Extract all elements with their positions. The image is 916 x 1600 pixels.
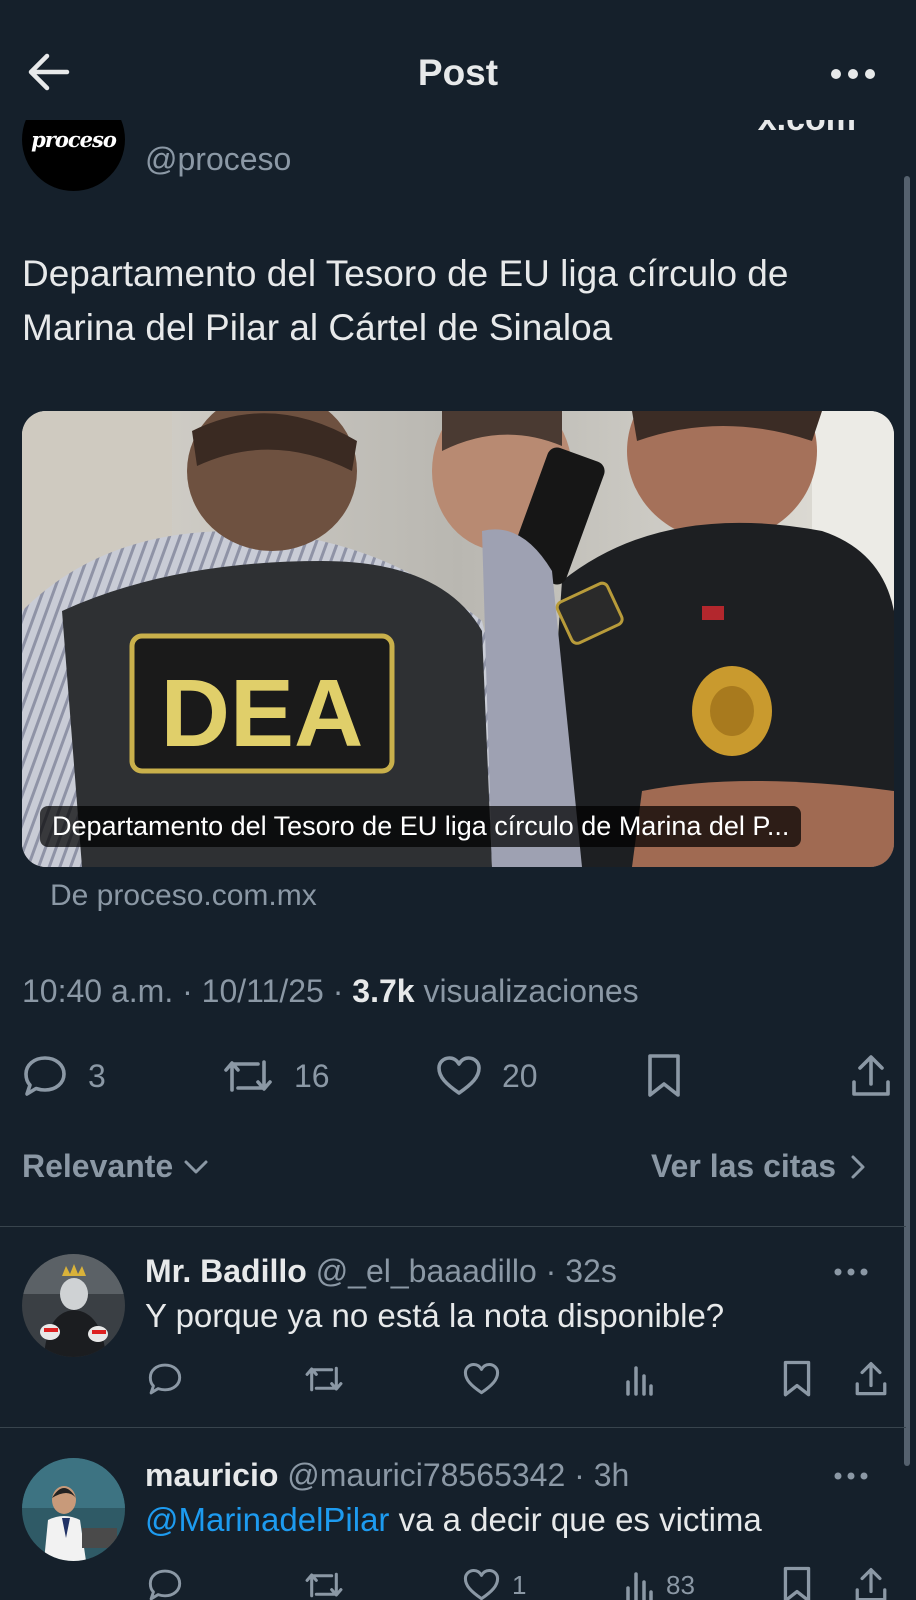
sort-relevant-button[interactable]: Relevante xyxy=(22,1148,211,1185)
reply-time: 32s xyxy=(565,1253,617,1289)
page-title: Post xyxy=(417,52,499,93)
reply-count: 3 xyxy=(88,1057,106,1094)
repost-button[interactable] xyxy=(304,1354,344,1404)
link-card-caption: Departamento del Tesoro de EU liga círcu… xyxy=(40,806,802,847)
reply-icon xyxy=(148,1569,182,1600)
heart-icon xyxy=(463,1362,500,1395)
repost-icon xyxy=(224,1060,272,1092)
views-button[interactable]: 83 xyxy=(624,1560,695,1600)
more-icon xyxy=(831,69,875,79)
avatar-image xyxy=(22,1458,125,1561)
like-count: 20 xyxy=(502,1057,538,1094)
author-handle[interactable]: @proceso xyxy=(145,141,291,178)
chevron-down-icon xyxy=(184,1160,208,1173)
share-button[interactable] xyxy=(854,1354,888,1404)
reply-button[interactable] xyxy=(147,1354,183,1404)
more-icon xyxy=(834,1268,868,1276)
reply-button[interactable]: 3 xyxy=(22,1046,106,1106)
avatar[interactable] xyxy=(22,1254,125,1357)
divider xyxy=(0,1427,906,1428)
repost-count: 16 xyxy=(294,1057,330,1094)
view-count[interactable]: 3.7k xyxy=(352,973,414,1009)
reply-actions xyxy=(0,1354,906,1404)
reply-text: Y porque ya no está la nota disponible? xyxy=(145,1297,725,1334)
reply-header: mauricio @maurici78565342 · 3h xyxy=(145,1457,629,1494)
heart-icon xyxy=(437,1056,481,1095)
repost-button[interactable]: 16 xyxy=(222,1046,330,1106)
share-button[interactable] xyxy=(850,1046,892,1106)
share-icon xyxy=(855,1361,887,1396)
avatar[interactable] xyxy=(22,1458,125,1561)
reply-actions: 1 83 xyxy=(0,1560,906,1600)
reply-item[interactable]: mauricio @maurici78565342 · 3h @Marinade… xyxy=(0,1430,906,1600)
reply-more-button[interactable] xyxy=(834,1264,874,1284)
share-icon xyxy=(852,1055,890,1096)
post-actions: 3 16 20 xyxy=(0,1046,916,1106)
like-button[interactable]: 20 xyxy=(436,1046,538,1106)
share-icon xyxy=(855,1568,887,1600)
photo-illustration: DEA xyxy=(22,411,894,867)
dea-patch-text: DEA xyxy=(161,660,364,767)
reply-author-name[interactable]: mauricio xyxy=(145,1457,278,1493)
view-quotes-label: Ver las citas xyxy=(650,1148,836,1184)
views-icon xyxy=(626,1572,653,1600)
link-card-image[interactable]: DEA Departamento del Tesoro de EU liga c… xyxy=(22,411,894,867)
meta-separator: · xyxy=(323,973,353,1009)
reply-text: @MarinadelPilar va a decir que es victim… xyxy=(145,1501,762,1539)
reply-author-handle[interactable]: @_el_baaadillo xyxy=(316,1253,537,1289)
reply-text-body: va a decir que es victima xyxy=(389,1501,762,1538)
heart-icon xyxy=(463,1568,500,1600)
repost-button[interactable] xyxy=(304,1560,344,1600)
reply-header: Mr. Badillo @_el_baaadillo · 32s xyxy=(145,1253,617,1290)
bookmark-button[interactable] xyxy=(782,1560,812,1600)
bookmark-icon xyxy=(783,1360,811,1397)
reply-separator: · xyxy=(536,1253,566,1289)
meta-separator: · xyxy=(173,973,202,1009)
post-text: Departamento del Tesoro de EU liga círcu… xyxy=(22,253,789,348)
view-count: 83 xyxy=(666,1569,695,1600)
view-label: visualizaciones xyxy=(414,973,639,1009)
bookmark-button[interactable] xyxy=(646,1046,682,1106)
bookmark-icon xyxy=(648,1054,680,1097)
link-card-source[interactable]: De proceso.com.mx xyxy=(50,879,317,913)
repost-icon xyxy=(305,1572,343,1598)
reply-more-button[interactable] xyxy=(834,1468,874,1488)
reply-separator: · xyxy=(565,1457,594,1493)
bookmark-button[interactable] xyxy=(782,1354,812,1404)
post-time: 10:40 a.m. xyxy=(22,973,174,1009)
reply-item[interactable]: Mr. Badillo @_el_baaadillo · 32s Y porqu… xyxy=(0,1226,906,1426)
reply-icon xyxy=(148,1363,182,1395)
more-icon xyxy=(834,1472,868,1480)
sort-relevant-label: Relevante xyxy=(22,1148,174,1184)
like-button[interactable]: 1 xyxy=(463,1560,526,1600)
avatar-logo: proceso xyxy=(31,127,117,152)
repost-icon xyxy=(305,1366,343,1392)
post-screen: proceso x.com @proceso Post Departamento… xyxy=(0,0,916,1600)
reply-time: 3h xyxy=(593,1457,630,1493)
more-options-button[interactable] xyxy=(828,56,878,92)
share-button[interactable] xyxy=(854,1560,888,1600)
like-button[interactable] xyxy=(463,1354,500,1404)
reply-author-handle[interactable]: @maurici78565342 xyxy=(287,1457,565,1493)
chevron-right-icon xyxy=(851,1155,865,1178)
view-quotes-button[interactable]: Ver las citas xyxy=(651,1148,870,1185)
reply-icon xyxy=(24,1056,66,1096)
post-meta: 10:40 a.m. · 10/11/25 · 3.7k visualizaci… xyxy=(22,973,639,1010)
post-date: 10/11/25 xyxy=(201,973,324,1009)
like-count: 1 xyxy=(512,1569,527,1600)
top-bar: Post xyxy=(0,0,916,120)
bookmark-icon xyxy=(783,1566,811,1600)
mention-link[interactable]: @MarinadelPilar xyxy=(145,1501,389,1538)
reply-button[interactable] xyxy=(147,1560,183,1600)
views-button[interactable] xyxy=(624,1354,654,1404)
reply-author-name[interactable]: Mr. Badillo xyxy=(145,1253,307,1289)
avatar-image xyxy=(22,1254,125,1357)
views-icon xyxy=(626,1366,653,1396)
